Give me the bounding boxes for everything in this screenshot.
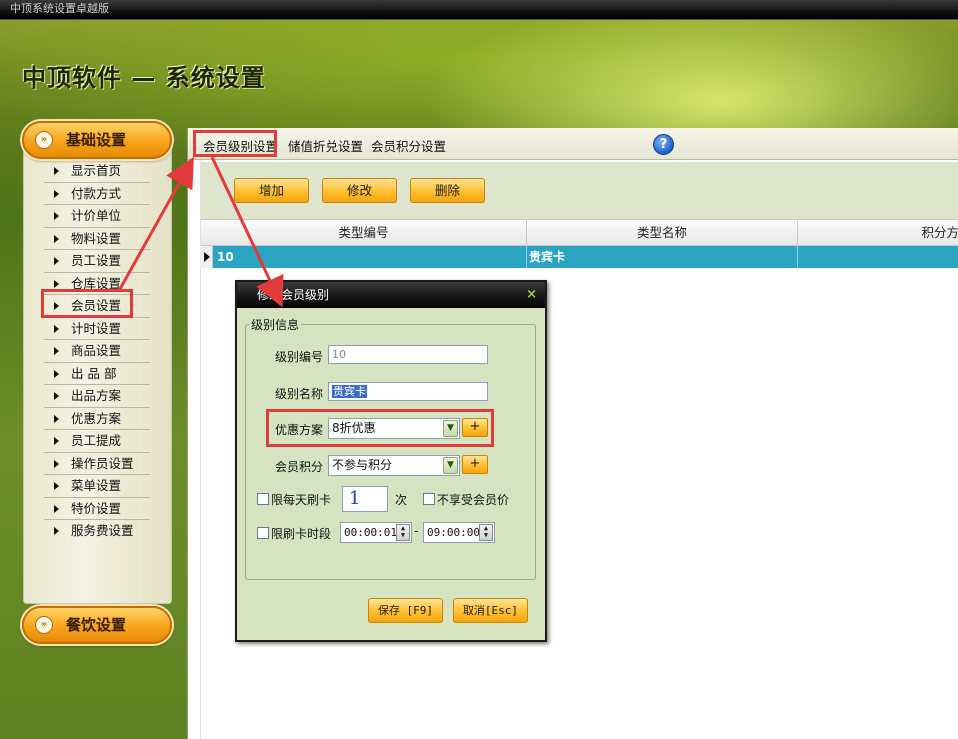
arrow-right-icon xyxy=(54,234,59,243)
section-basic-settings[interactable]: » 基础设置 xyxy=(22,121,172,159)
sidebar-item-special-price[interactable]: 特价设置 xyxy=(44,498,150,520)
no-member-price-checkbox[interactable] xyxy=(423,493,435,505)
window-title: 中顶系统设置卓越版 xyxy=(10,2,109,15)
add-button[interactable]: 增加 xyxy=(234,178,309,203)
sidebar-item-dept[interactable]: 出 品 部 xyxy=(44,363,150,385)
spinner-icon[interactable]: ▲ ▼ xyxy=(396,524,410,541)
section-basic-label: 基础设置 xyxy=(66,131,127,149)
time-start-field[interactable]: 00:00:01 ▲ ▼ xyxy=(340,522,412,543)
times-unit-label: 次 xyxy=(395,493,408,507)
close-icon[interactable]: × xyxy=(526,282,537,308)
level-code-label: 级别编号 xyxy=(275,350,324,364)
arrow-right-icon xyxy=(54,324,59,333)
page-title: 中顶软件 — 系统设置 xyxy=(22,64,266,92)
dialog-title: 修改会员级别 xyxy=(257,288,330,302)
row-selector-icon xyxy=(200,246,213,268)
sidebar-item-material[interactable]: 物料设置 xyxy=(44,228,150,250)
level-name-label: 级别名称 xyxy=(275,387,324,401)
grid-header: 类型编号 类型名称 积分方 xyxy=(201,219,958,246)
no-member-price-label: 不享受会员价 xyxy=(437,493,510,507)
group-title: 级别信息 xyxy=(249,316,302,333)
sidebar-item-unit[interactable]: 计价单位 xyxy=(44,205,150,228)
toolbar: 增加 修改 删除 xyxy=(201,161,958,219)
spinner-icon[interactable]: ▲ ▼ xyxy=(479,524,493,541)
member-points-select[interactable]: 不参与积分 ▼ xyxy=(328,455,460,476)
arrow-right-icon xyxy=(54,437,59,445)
sidebar-item-payment[interactable]: 付款方式 xyxy=(44,183,150,205)
edit-member-level-dialog: 修改会员级别 × 级别信息 级别编号 10 级别名称 贵宾卡 优惠方案 8折优惠… xyxy=(235,280,547,642)
arrow-right-icon xyxy=(54,167,59,175)
sidebar-item-timing[interactable]: 计时设置 xyxy=(44,318,150,340)
level-code-field[interactable]: 10 xyxy=(328,345,488,364)
arrow-right-icon xyxy=(54,482,59,490)
sidebar-item-commission[interactable]: 员工提成 xyxy=(44,430,150,453)
arrow-right-icon xyxy=(54,279,59,288)
delete-button[interactable]: 删除 xyxy=(410,178,485,203)
help-icon[interactable]: ? xyxy=(653,134,674,155)
level-name-selected-text: 贵宾卡 xyxy=(332,385,367,398)
cell-name: 贵宾卡 xyxy=(527,246,798,268)
column-header-points[interactable]: 积分方 xyxy=(798,220,958,246)
sidebar-item-home[interactable]: 显示首页 xyxy=(44,160,150,183)
table-row[interactable]: 10 贵宾卡 xyxy=(201,246,958,268)
time-end-value: 09:00:00 xyxy=(427,526,480,539)
sidebar-item-staff[interactable]: 员工设置 xyxy=(44,250,150,273)
cell-points xyxy=(798,246,958,268)
arrow-right-icon xyxy=(54,459,59,468)
sidebar-item-operator[interactable]: 操作员设置 xyxy=(44,453,150,475)
tab-stored-value[interactable]: 储值折兑设置 xyxy=(288,136,363,155)
fast-forward-icon: » xyxy=(35,616,53,634)
arrow-right-icon xyxy=(54,504,59,513)
column-header-name[interactable]: 类型名称 xyxy=(527,220,798,246)
daily-limit-label: 限每天刷卡 xyxy=(271,493,332,507)
cancel-button[interactable]: 取消[Esc] xyxy=(453,598,528,623)
highlight-sidebar-member xyxy=(41,289,133,318)
sidebar-menu: 显示首页 付款方式 计价单位 物料设置 员工设置 仓库设置 会员设置 计时设置 … xyxy=(44,160,150,543)
arrow-right-icon xyxy=(54,257,59,265)
daily-limit-checkbox[interactable] xyxy=(257,493,269,505)
highlight-discount-plan xyxy=(266,409,494,447)
tab-member-points[interactable]: 会员积分设置 xyxy=(371,136,446,155)
arrow-right-icon xyxy=(54,414,59,423)
arrow-right-icon xyxy=(54,189,59,198)
level-name-field[interactable]: 贵宾卡 xyxy=(328,382,488,401)
save-button[interactable]: 保存 [F9] xyxy=(368,598,443,623)
add-points-button[interactable]: + xyxy=(462,455,488,474)
section-dining-settings[interactable]: » 餐饮设置 xyxy=(22,606,172,644)
window-titlebar: 中顶系统设置卓越版 xyxy=(0,0,958,20)
arrow-right-icon xyxy=(54,392,59,400)
column-header-code[interactable]: 类型编号 xyxy=(201,220,527,246)
highlight-tab-member-level xyxy=(193,130,277,157)
sidebar-item-product[interactable]: 商品设置 xyxy=(44,340,150,363)
edit-button[interactable]: 修改 xyxy=(322,178,397,203)
arrow-right-icon xyxy=(54,369,59,378)
chevron-down-icon[interactable]: ▼ xyxy=(443,457,458,474)
sidebar-item-menu[interactable]: 菜单设置 xyxy=(44,475,150,498)
time-separator: - xyxy=(414,524,419,538)
tab-bar: 会员级别设置 储值折兑设置 会员积分设置 ? xyxy=(188,128,958,160)
time-limit-label: 限刷卡时段 xyxy=(271,527,332,541)
arrow-right-icon xyxy=(54,212,59,220)
time-start-value: 00:00:01 xyxy=(344,526,397,539)
time-limit-checkbox[interactable] xyxy=(257,527,269,539)
member-points-label: 会员积分 xyxy=(275,460,324,474)
time-end-field[interactable]: 09:00:00 ▲ ▼ xyxy=(423,522,495,543)
arrow-right-icon xyxy=(54,347,59,355)
sidebar-item-discount-plan[interactable]: 优惠方案 xyxy=(44,408,150,430)
sidebar-item-service-fee[interactable]: 服务费设置 xyxy=(44,520,150,543)
dialog-titlebar[interactable]: 修改会员级别 × xyxy=(237,282,545,308)
section-dining-label: 餐饮设置 xyxy=(66,616,127,634)
cell-code: 10 xyxy=(215,246,527,268)
sidebar-item-output-plan[interactable]: 出品方案 xyxy=(44,385,150,408)
fast-forward-icon: » xyxy=(35,131,53,149)
arrow-right-icon xyxy=(54,527,59,535)
daily-limit-field[interactable]: 1 xyxy=(342,486,388,512)
member-points-value: 不参与积分 xyxy=(332,458,393,472)
